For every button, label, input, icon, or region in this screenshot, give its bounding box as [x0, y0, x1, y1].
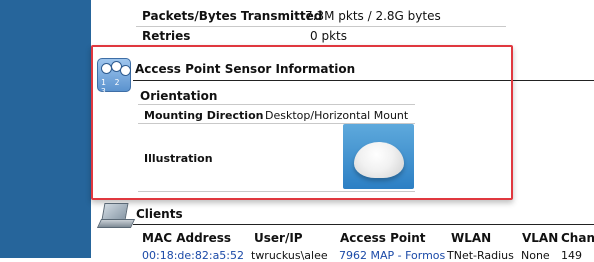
- client-mac-link[interactable]: 00:18:de:82:a5:52: [142, 249, 244, 262]
- column-header-channel[interactable]: Chann: [561, 231, 594, 245]
- client-vlan: None: [521, 249, 550, 262]
- column-header-wlan[interactable]: WLAN: [451, 231, 491, 245]
- column-header-vlan[interactable]: VLAN: [522, 231, 558, 245]
- retries-value: 0 pkts: [310, 29, 347, 43]
- packets-transmitted-label: Packets/Bytes Transmitted: [142, 9, 323, 23]
- laptop-icon: [96, 203, 136, 229]
- client-wlan: TNet-Radius: [447, 249, 514, 262]
- client-access-point-link[interactable]: 7962 MAP - Formos: [339, 249, 445, 262]
- retries-label: Retries: [142, 29, 191, 43]
- client-user-ip: twruckus\alee: [251, 249, 328, 262]
- highlight-box: [91, 45, 513, 200]
- column-header-mac[interactable]: MAC Address: [142, 231, 231, 245]
- packets-transmitted-value: 7.3M pkts / 2.8G bytes: [305, 9, 441, 23]
- column-header-access-point[interactable]: Access Point: [340, 231, 426, 245]
- left-sidebar: [0, 0, 91, 258]
- column-header-user-ip[interactable]: User/IP: [254, 231, 303, 245]
- row-divider: [136, 26, 506, 27]
- client-channel: 149: [561, 249, 582, 262]
- section-title-underline: [133, 224, 594, 225]
- clients-section-title: Clients: [136, 207, 183, 221]
